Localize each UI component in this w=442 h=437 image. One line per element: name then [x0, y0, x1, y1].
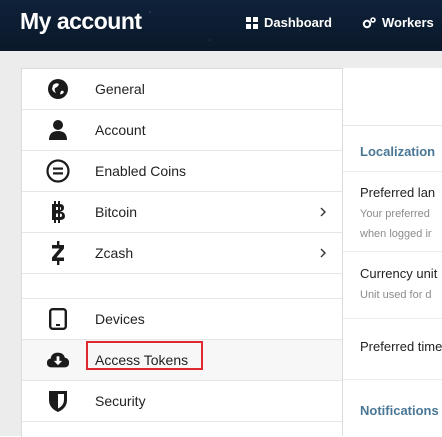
sidebar-item-security[interactable]: Security: [22, 381, 343, 422]
sidebar-item-account[interactable]: Account: [22, 110, 343, 151]
sidebar-spacer: [22, 274, 343, 299]
sidebar-item-label: Security: [95, 393, 146, 409]
sidebar-item-zcash[interactable]: Zcash: [22, 233, 343, 274]
annotation-highlight-box: [86, 341, 203, 370]
sidebar-item-label: Devices: [95, 311, 145, 327]
divider: [343, 379, 442, 380]
shield-icon: [46, 389, 70, 413]
grid-icon: [246, 16, 258, 29]
cloud-download-icon: [46, 348, 70, 372]
sidebar-item-enabled-coins[interactable]: Enabled Coins: [22, 151, 343, 192]
divider: [343, 318, 442, 319]
preferred-language-label[interactable]: Preferred lan: [360, 185, 435, 200]
gears-icon: [362, 16, 376, 29]
nav-dashboard-label: Dashboard: [264, 15, 332, 30]
sidebar-item-general[interactable]: General: [22, 69, 343, 110]
localization-heading: Localization: [360, 144, 436, 159]
divider: [343, 251, 442, 252]
nav-workers[interactable]: Workers: [362, 15, 434, 30]
preferred-time-label[interactable]: Preferred time: [360, 339, 442, 354]
sidebar-item-label: Enabled Coins: [95, 163, 187, 179]
top-bar: My account Dashboard Workers: [0, 0, 442, 51]
chevron-right-icon: [320, 207, 326, 217]
sidebar-item-label: Zcash: [95, 245, 134, 261]
divider: [343, 171, 442, 172]
globe-icon: [46, 77, 70, 101]
sidebar: General Account Enabled Coins Bitcoin Zc…: [21, 68, 343, 437]
zcash-icon: [46, 241, 70, 265]
equals-circle-icon: [46, 159, 70, 183]
currency-unit-label[interactable]: Currency unit: [360, 266, 437, 281]
settings-panel: Localization Preferred lan Your preferre…: [342, 68, 442, 436]
sidebar-item-devices[interactable]: Devices: [22, 299, 343, 340]
sidebar-item-access-tokens[interactable]: Access Tokens: [22, 340, 343, 381]
currency-unit-hint: Unit used for d: [360, 289, 432, 301]
nav-workers-label: Workers: [382, 15, 434, 30]
panel-header: [343, 68, 442, 126]
nav-dashboard[interactable]: Dashboard: [246, 15, 332, 30]
bitcoin-icon: [46, 200, 70, 224]
sidebar-item-label: General: [95, 81, 145, 97]
preferred-language-hint: Your preferred: [360, 208, 430, 220]
notifications-heading: Notifications: [360, 403, 439, 418]
preferred-language-hint: when logged ir: [360, 228, 432, 240]
sidebar-item-label: Bitcoin: [95, 204, 138, 220]
page-title: My account: [20, 8, 142, 34]
tablet-icon: [46, 307, 70, 331]
user-icon: [46, 118, 70, 142]
sidebar-item-bitcoin[interactable]: Bitcoin: [22, 192, 343, 233]
chevron-right-icon: [320, 248, 326, 258]
sidebar-item-label: Account: [95, 122, 146, 138]
